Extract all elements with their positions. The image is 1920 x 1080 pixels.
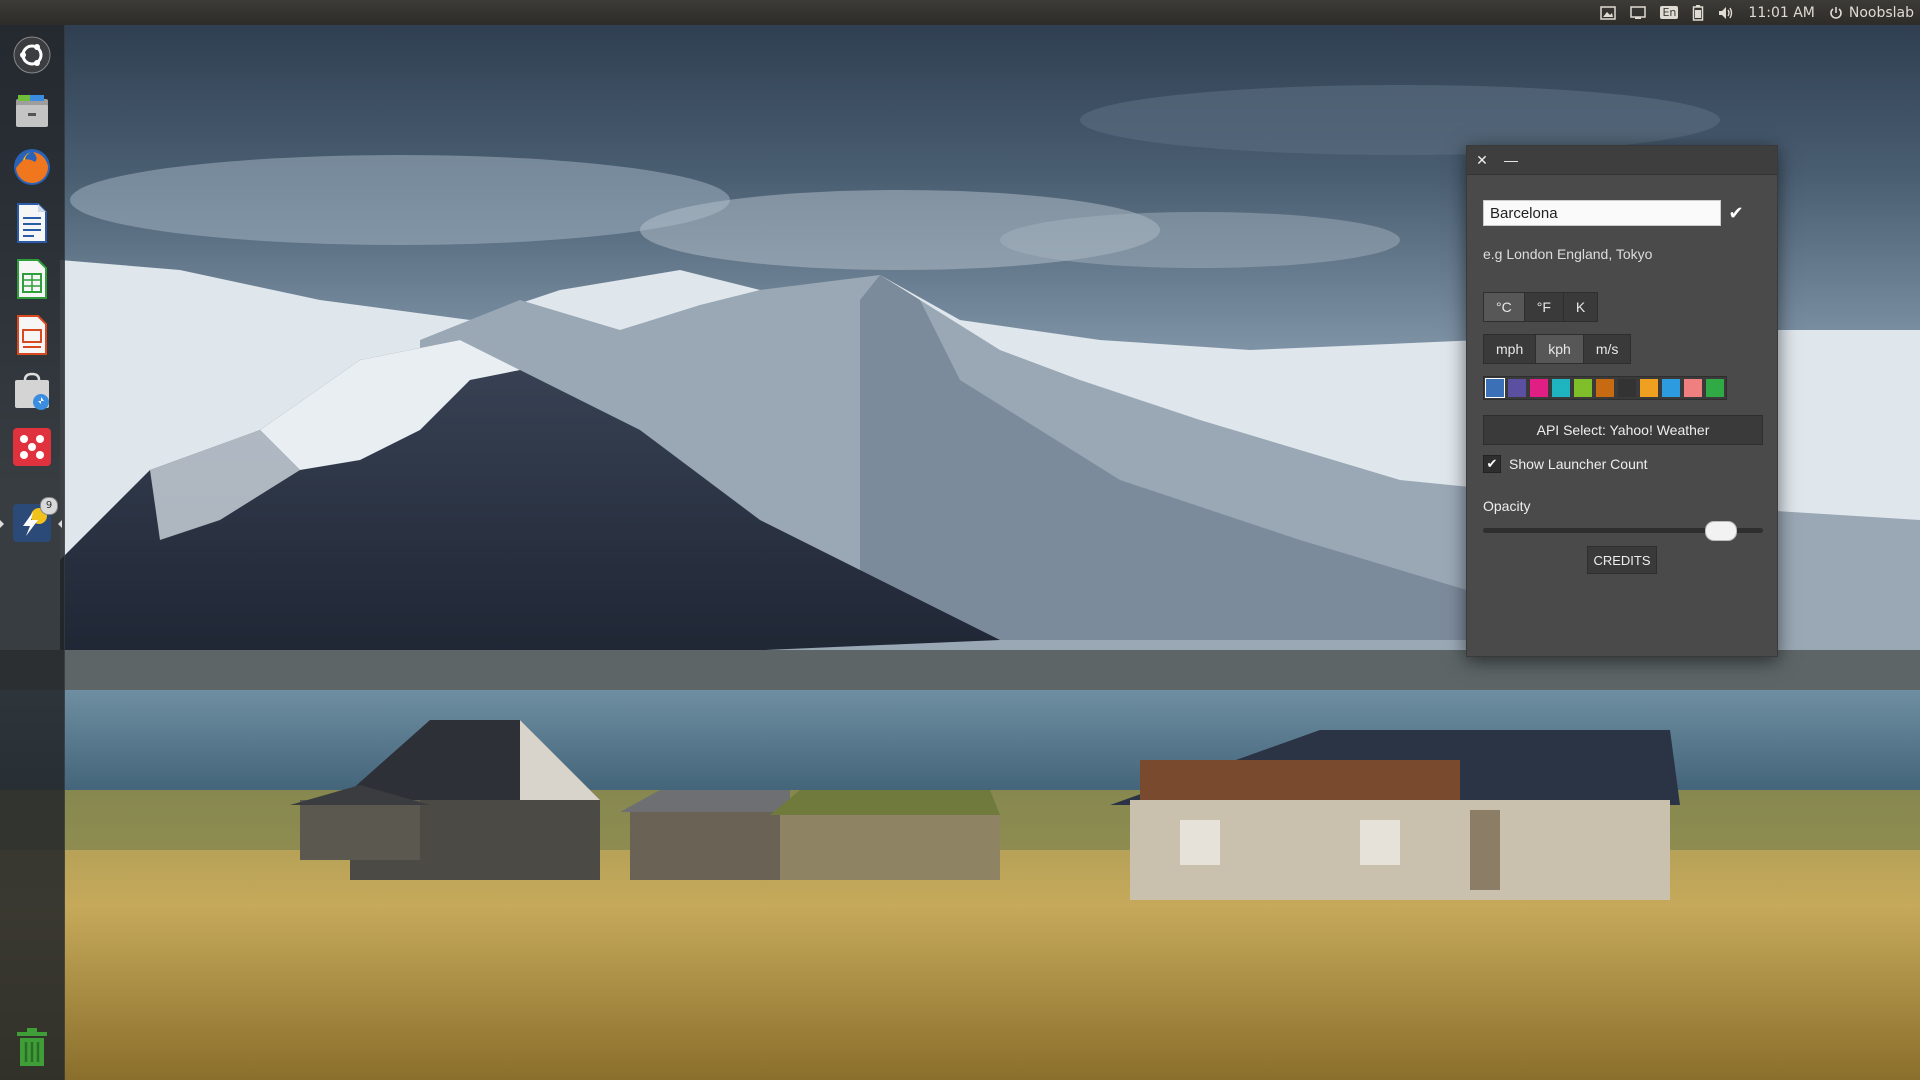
color-swatch[interactable] <box>1684 379 1702 397</box>
temp-unit-fahrenheit[interactable]: °F <box>1525 293 1564 321</box>
confirm-location-button[interactable]: ✔ <box>1723 200 1749 226</box>
battery-icon[interactable] <box>1692 0 1704 25</box>
presentation-icon <box>17 315 47 355</box>
document-icon <box>17 203 47 243</box>
location-hint: e.g London England, Tokyo <box>1483 246 1653 262</box>
running-indicator-left <box>0 520 4 528</box>
opacity-label: Opacity <box>1483 498 1531 514</box>
speed-unit-mph[interactable]: mph <box>1484 335 1537 363</box>
user-name: Noobslab <box>1848 4 1914 21</box>
ubuntu-logo-icon <box>13 36 51 74</box>
display-icon[interactable] <box>1630 0 1647 25</box>
top-panel: En 11:01 AM Noobslab <box>0 0 1920 25</box>
color-swatch[interactable] <box>1574 379 1592 397</box>
launcher: 9 <box>0 25 65 1080</box>
speed-unit-ms[interactable]: m/s <box>1584 335 1631 363</box>
temp-unit-celsius[interactable]: °C <box>1484 293 1525 321</box>
launcher-item-files[interactable] <box>8 87 56 135</box>
color-swatch[interactable] <box>1552 379 1570 397</box>
dots-icon <box>13 428 51 466</box>
location-input[interactable] <box>1483 200 1721 226</box>
window-titlebar[interactable]: ✕ — <box>1467 146 1777 175</box>
color-swatch[interactable] <box>1618 379 1636 397</box>
checkmark-icon: ✔ <box>1486 456 1498 471</box>
show-launcher-count-row: ✔ Show Launcher Count <box>1483 455 1648 473</box>
desktop: En 11:01 AM Noobslab 9 ✕ — Barcelona ✔ e… <box>0 0 1920 1080</box>
color-swatch[interactable] <box>1640 379 1658 397</box>
running-indicator-right <box>58 520 62 528</box>
color-swatch[interactable] <box>1662 379 1680 397</box>
temperature-unit-selector: °C °F K <box>1483 292 1599 322</box>
indicator-area: En 11:01 AM Noobslab <box>1600 0 1914 25</box>
opacity-slider-thumb[interactable] <box>1705 521 1737 541</box>
speed-unit-kph[interactable]: kph <box>1536 335 1584 363</box>
color-swatch[interactable] <box>1508 379 1526 397</box>
shopping-bag-icon <box>15 372 49 410</box>
launcher-item-dash-home[interactable] <box>8 31 56 79</box>
launcher-item-calc[interactable] <box>8 255 56 303</box>
image-icon[interactable] <box>1600 0 1617 25</box>
speed-unit-selector: mph kph m/s <box>1483 334 1632 364</box>
spreadsheet-icon <box>17 259 47 299</box>
launcher-item-software-center[interactable] <box>8 367 56 415</box>
keyboard-layout-label: En <box>1660 6 1679 19</box>
trash-icon <box>17 1028 47 1066</box>
power-icon <box>1830 6 1842 19</box>
launcher-item-impress[interactable] <box>8 311 56 359</box>
weather-settings-window: ✕ — ✔ e.g London England, Tokyo °C °F K … <box>1466 145 1778 657</box>
launcher-item-app-red[interactable] <box>8 423 56 471</box>
firefox-icon <box>14 149 50 185</box>
launcher-item-weather-app[interactable]: 9 <box>0 497 62 547</box>
launcher-count-badge: 9 <box>40 497 58 515</box>
close-icon: ✕ <box>1476 151 1488 168</box>
session-menu[interactable]: Noobslab <box>1829 0 1914 25</box>
opacity-slider-track[interactable] <box>1483 521 1763 541</box>
folder-icon <box>16 95 48 127</box>
show-launcher-count-checkbox[interactable]: ✔ <box>1483 455 1501 473</box>
clock[interactable]: 11:01 AM <box>1748 0 1814 25</box>
minimize-icon: — <box>1504 152 1518 168</box>
minimize-button[interactable]: — <box>1501 150 1521 170</box>
checkmark-icon: ✔ <box>1728 202 1744 223</box>
api-select-button[interactable]: API Select: Yahoo! Weather <box>1483 415 1763 445</box>
temp-unit-kelvin[interactable]: K <box>1564 293 1597 321</box>
launcher-item-firefox[interactable] <box>8 143 56 191</box>
color-swatch[interactable] <box>1485 378 1505 398</box>
launcher-item-trash[interactable] <box>8 1023 56 1071</box>
keyboard-layout-icon[interactable]: En <box>1660 0 1679 25</box>
launcher-item-writer[interactable] <box>8 199 56 247</box>
close-button[interactable]: ✕ <box>1472 150 1492 170</box>
color-swatch[interactable] <box>1596 379 1614 397</box>
show-launcher-count-label: Show Launcher Count <box>1509 456 1648 472</box>
color-swatch-selector <box>1483 376 1727 400</box>
color-swatch[interactable] <box>1530 379 1548 397</box>
volume-icon[interactable] <box>1718 0 1734 25</box>
color-swatch[interactable] <box>1706 379 1724 397</box>
credits-button[interactable]: CREDITS <box>1587 546 1657 574</box>
